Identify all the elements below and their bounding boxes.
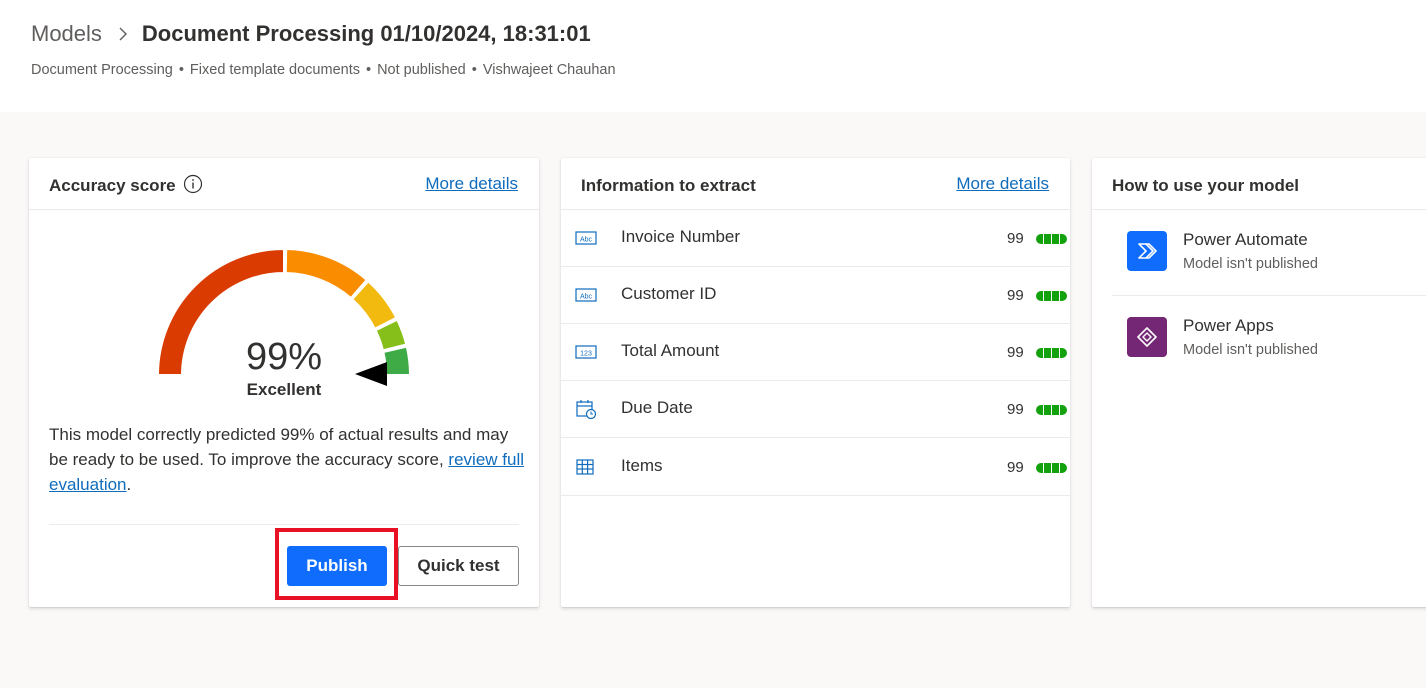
publish-button[interactable]: Publish	[287, 546, 387, 586]
gauge-segment	[284, 248, 369, 300]
field-name: Invoice Number	[621, 227, 741, 246]
breadcrumb-models-link[interactable]: Models	[31, 21, 102, 47]
card-header: Accuracy score More details	[29, 158, 539, 210]
more-details-link[interactable]: More details	[425, 174, 518, 194]
accuracy-percentage: 99%	[245, 336, 323, 378]
field-score: 99	[1007, 459, 1024, 476]
power-automate-option[interactable]: Power Automate Model isn't published	[1112, 210, 1426, 296]
svg-text:123: 123	[580, 351, 592, 358]
confidence-bar	[1036, 234, 1067, 244]
card-header: Information to extract More details	[561, 158, 1070, 210]
app-name: Power Apps	[1183, 316, 1274, 335]
card-title: Accuracy score	[49, 176, 176, 195]
page-title: Document Processing 01/10/2024, 18:31:01	[141, 21, 591, 46]
field-name: Due Date	[621, 398, 693, 417]
field-row[interactable]: Abc Customer ID 99	[561, 267, 1070, 324]
date-field-icon	[576, 400, 597, 419]
accuracy-rating: Excellent	[246, 380, 322, 399]
chevron-right-icon	[119, 27, 127, 41]
description-period: .	[126, 475, 132, 494]
gauge-needle	[355, 362, 387, 386]
app-name: Power Automate	[1183, 230, 1308, 249]
card-title: Information to extract	[581, 176, 756, 195]
breadcrumb: Models Document Processing 01/10/2024, 1…	[31, 21, 591, 47]
field-row[interactable]: Abc Invoice Number 99	[561, 210, 1070, 267]
field-name: Total Amount	[621, 341, 720, 360]
confidence-bar	[1036, 291, 1067, 301]
field-name: Items	[621, 456, 663, 475]
field-row[interactable]: Due Date 99	[561, 381, 1070, 438]
confidence-bar	[1036, 405, 1067, 415]
number-field-icon: 123	[575, 345, 597, 359]
divider	[49, 524, 519, 525]
accuracy-description: This model correctly predicted 99% of ac…	[49, 422, 529, 497]
text-field-icon: Abc	[575, 231, 597, 245]
card-title: How to use your model	[1112, 176, 1300, 195]
text-field-icon: Abc	[575, 288, 597, 302]
gauge-segment	[382, 345, 412, 376]
power-apps-icon	[1127, 317, 1167, 357]
how-to-use-card: How to use your model Power Automate Mod…	[1092, 158, 1426, 607]
svg-text:Abc: Abc	[580, 237, 593, 244]
table-field-icon	[576, 459, 594, 475]
model-metadata: Document Processing • Fixed template docum…	[31, 62, 616, 78]
model-type: Document Processing	[31, 62, 173, 78]
accuracy-score-card: Accuracy score More details 99% Excellen…	[29, 158, 539, 607]
confidence-bar	[1036, 463, 1067, 473]
model-owner: Vishwajeet Chauhan	[482, 62, 616, 78]
information-to-extract-card: Information to extract More details Abc …	[561, 158, 1070, 607]
svg-text:Abc: Abc	[580, 294, 593, 301]
power-apps-option[interactable]: Power Apps Model isn't published	[1112, 296, 1426, 382]
field-name: Customer ID	[621, 284, 717, 303]
publish-status: Not published	[377, 62, 466, 78]
field-score: 99	[1007, 344, 1024, 361]
description-text: This model correctly predicted 99% of ac…	[49, 425, 509, 469]
field-row[interactable]: 123 Total Amount 99	[561, 324, 1070, 381]
card-header: How to use your model	[1092, 158, 1426, 210]
power-automate-icon	[1127, 231, 1167, 271]
field-score: 99	[1007, 401, 1024, 418]
quick-test-button[interactable]: Quick test	[398, 546, 519, 586]
page-header: Models Document Processing 01/10/2024, 1…	[0, 0, 1426, 112]
model-template: Fixed template documents	[189, 62, 360, 78]
more-details-link[interactable]: More details	[956, 174, 1049, 194]
field-score: 99	[1007, 287, 1024, 304]
app-status: Model isn't published	[1183, 342, 1318, 358]
info-icon[interactable]	[183, 174, 203, 194]
app-status: Model isn't published	[1183, 256, 1318, 272]
confidence-bar	[1036, 348, 1067, 358]
field-score: 99	[1007, 230, 1024, 247]
field-row[interactable]: Items 99	[561, 439, 1070, 496]
